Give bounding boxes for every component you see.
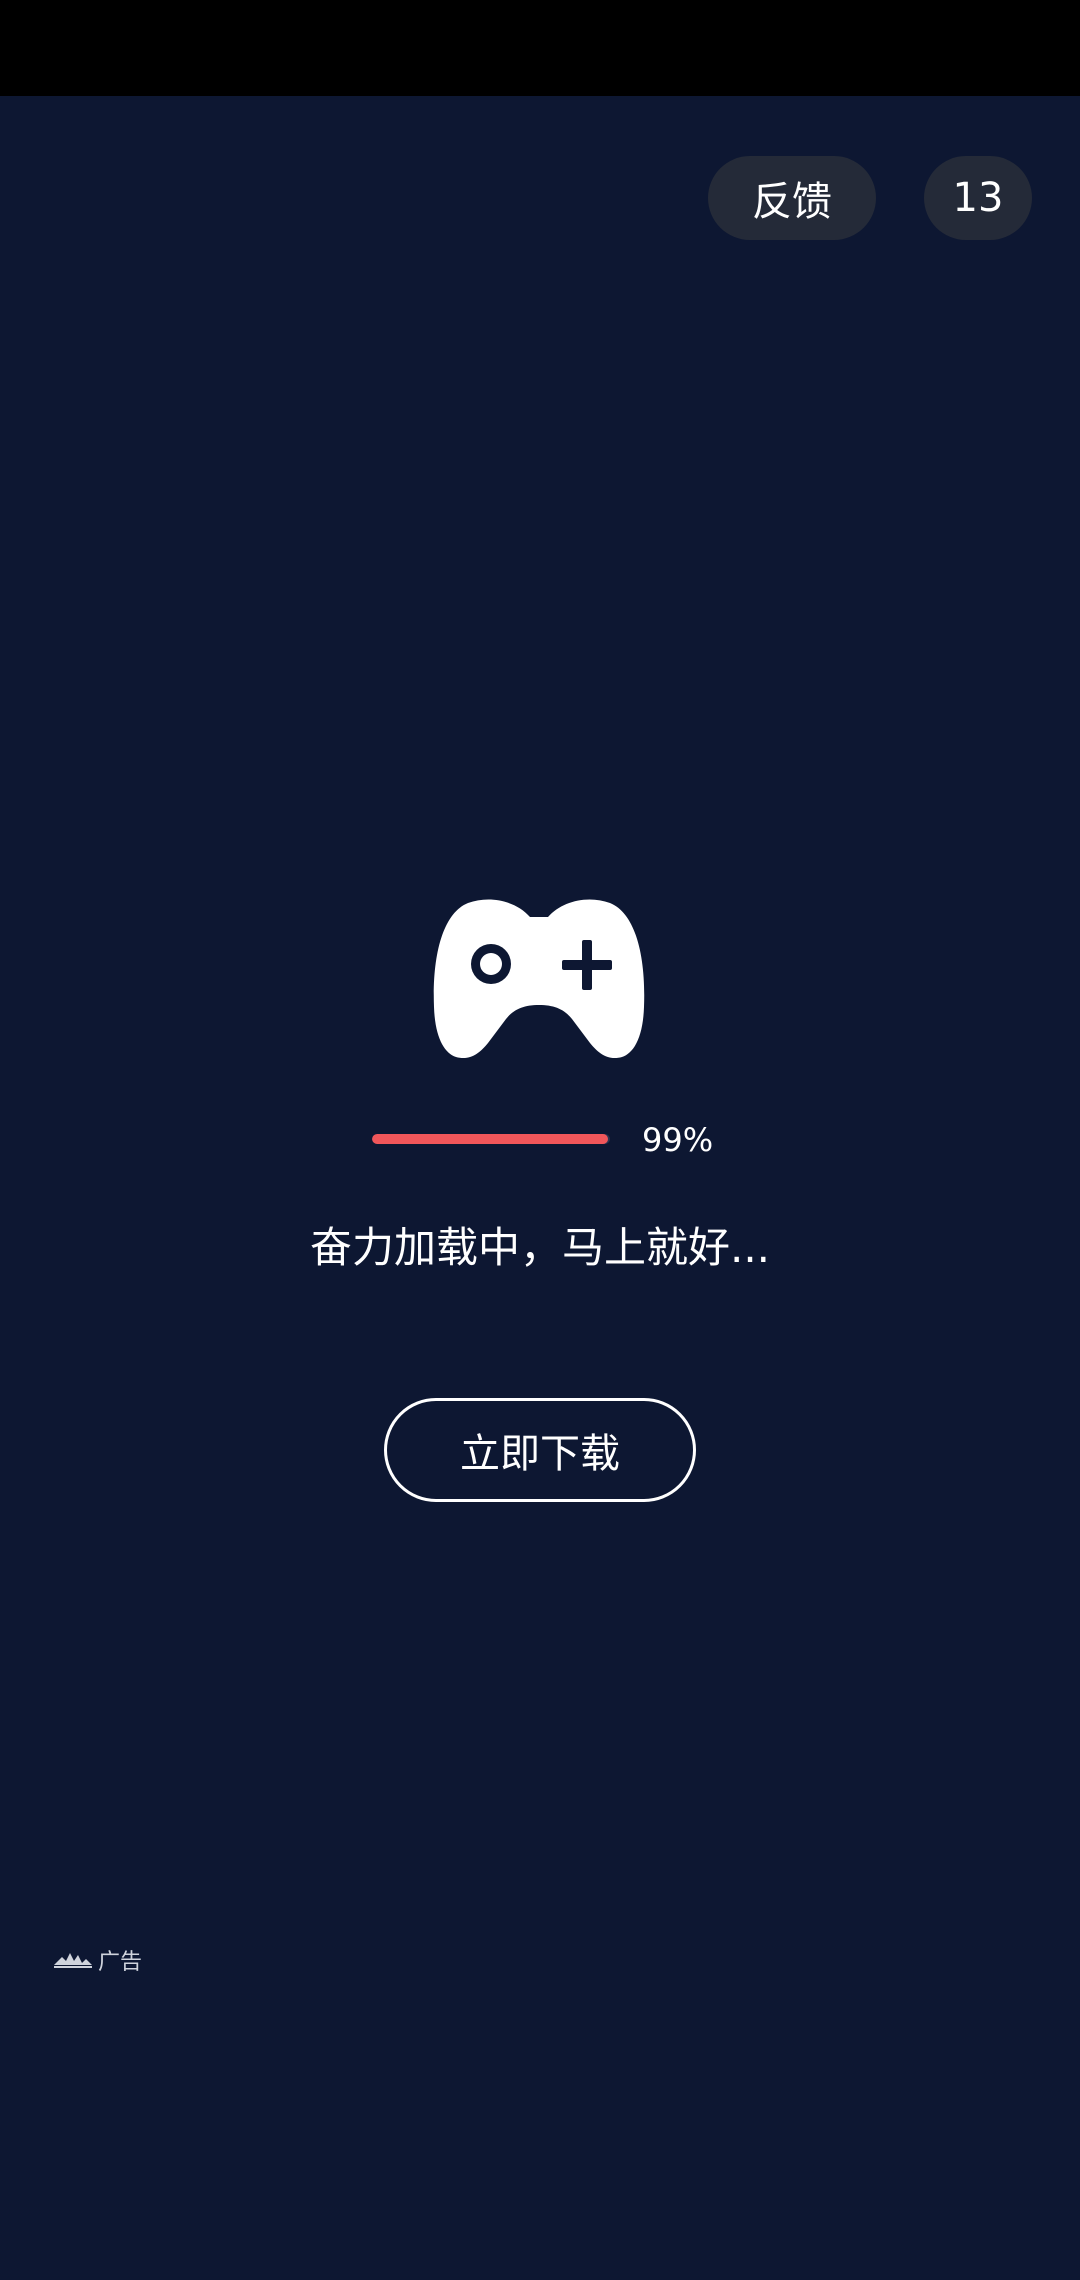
ad-badge: 广告 bbox=[52, 1944, 142, 1976]
loading-message: 奋力加载中，马上就好... bbox=[309, 1223, 771, 1272]
splash-ad-screen: 反馈 13 99% 奋力加载中，马上就好... 立即下载 广告 bbox=[0, 0, 1080, 2280]
loading-progress-fill bbox=[372, 1134, 608, 1144]
loading-progress-bar bbox=[372, 1134, 610, 1144]
ad-label-text: 广告 bbox=[98, 1950, 143, 1975]
download-now-button[interactable]: 立即下载 bbox=[384, 1398, 696, 1502]
gamepad-icon bbox=[433, 899, 645, 1059]
ad-network-logo-icon bbox=[54, 1953, 92, 1968]
loading-progress-percent: 99% bbox=[642, 1121, 714, 1159]
feedback-button[interactable]: 反馈 bbox=[708, 156, 876, 240]
skip-countdown-button[interactable]: 13 bbox=[924, 156, 1032, 240]
status-bar bbox=[0, 0, 1080, 96]
